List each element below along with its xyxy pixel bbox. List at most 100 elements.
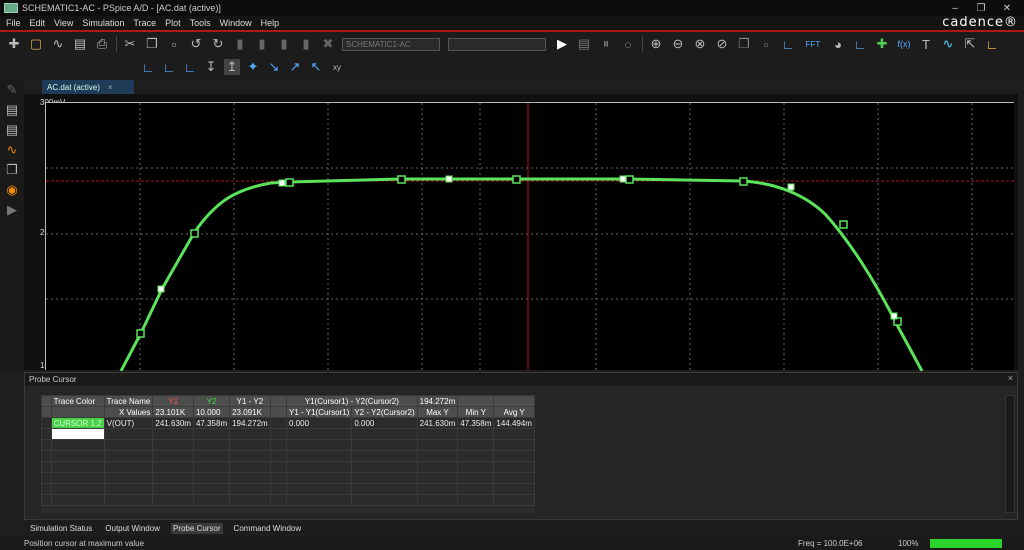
menu-file[interactable]: File (6, 18, 21, 28)
layers-icon[interactable]: ❐ (4, 162, 20, 178)
menu-trace[interactable]: Trace (133, 18, 156, 28)
tab-simulation-status[interactable]: Simulation Status (28, 523, 94, 534)
cursor-point-icon[interactable]: ✦ (245, 59, 261, 75)
probe-cursor-grid[interactable]: Trace Color Trace Name Y1 Y2 Y1 - Y2 Y1(… (41, 395, 535, 513)
tab-command-window[interactable]: Command Window (232, 523, 304, 534)
simulation-progress-combo (448, 37, 546, 51)
menu-edit[interactable]: Edit (30, 18, 46, 28)
plot-area[interactable] (45, 102, 1015, 372)
run-icon[interactable]: ▶ (554, 36, 570, 52)
cursor-slope-icon[interactable]: ∟ (182, 59, 198, 75)
save-icon[interactable]: ▤ (72, 36, 88, 52)
axis-settings-icon[interactable]: ∟ (780, 36, 796, 52)
copy-icon[interactable]: ❐ (144, 36, 160, 52)
paste-icon[interactable]: ▫ (166, 36, 182, 52)
menu-plot[interactable]: Plot (165, 18, 181, 28)
cursor-min-icon[interactable]: ↧ (203, 59, 219, 75)
pause-icon[interactable]: ⏸ (598, 36, 614, 52)
table-row (41, 494, 535, 506)
trace-color-cell[interactable]: CURSOR 1,2 (50, 417, 105, 429)
close-icon[interactable]: ✕ (994, 0, 1020, 16)
marker2-icon[interactable]: ▮ (254, 36, 270, 52)
save-data-icon[interactable]: ▤ (576, 36, 592, 52)
table-row: Trace Color Trace Name Y1 Y2 Y1 - Y2 Y1(… (41, 395, 535, 407)
restore-icon[interactable]: ❐ (968, 0, 994, 16)
table-row (41, 428, 535, 440)
table-cell[interactable] (50, 428, 105, 440)
zoom-out-icon[interactable]: ⊖ (670, 36, 686, 52)
redo-icon[interactable]: ↻ (210, 36, 226, 52)
column-header-cell: Trace Color (50, 395, 105, 407)
menu-window[interactable]: Window (220, 18, 252, 28)
document-icon[interactable]: ▤ (4, 102, 20, 118)
table-row (41, 450, 535, 462)
menu-view[interactable]: View (54, 18, 73, 28)
open-folder-icon[interactable]: ▢ (28, 36, 44, 52)
close-tab-icon[interactable]: × (108, 83, 113, 92)
plot-settings-icon[interactable]: ∟ (852, 36, 868, 52)
column-header-cell (269, 395, 288, 407)
tab-ac-dat[interactable]: AC.dat (active) × (42, 80, 134, 94)
table-row[interactable]: CURSOR 1,2 V(OUT) 241.630m 47.358m 194.2… (41, 417, 535, 429)
minimize-icon[interactable]: – (942, 0, 968, 16)
tab-label: AC.dat (active) (47, 82, 100, 92)
window-controls: – ❐ ✕ (942, 0, 1020, 16)
panel-title: Probe Cursor (29, 375, 77, 384)
menu-help[interactable]: Help (261, 18, 280, 28)
waveform-icon[interactable]: ∿ (4, 142, 20, 158)
table-row: X Values 23.101K 10.000 23.091K Y1 - Y1(… (41, 406, 535, 418)
cursor-prev-transition-icon[interactable]: ↖ (308, 59, 324, 75)
toggle-cursor-icon[interactable]: ∿ (940, 36, 956, 52)
report-icon[interactable]: ▤ (4, 122, 20, 138)
title-bar: SCHEMATIC1-AC - PSpice A/D - [AC.dat (ac… (0, 0, 1024, 16)
append-waveform-icon[interactable]: ∿ (50, 36, 66, 52)
stop-circle-icon[interactable]: ▶ (4, 202, 20, 218)
table-cell: 0.000 (285, 417, 353, 429)
table-cell: Avg Y (493, 406, 535, 418)
close-panel-icon[interactable]: × (1008, 373, 1013, 383)
table-cell: 23.091K (229, 406, 271, 418)
table-cell: V(OUT) (103, 417, 154, 429)
panel-header: Probe Cursor (25, 373, 1017, 386)
fft-button[interactable]: FFT (802, 36, 824, 52)
copy-plot-icon[interactable]: ❐ (736, 36, 752, 52)
cursor-trough-icon[interactable]: ∟ (161, 59, 177, 75)
pencil-icon[interactable]: ✎ (4, 82, 20, 98)
stop-icon[interactable]: ○ (620, 36, 636, 52)
tab-probe-cursor[interactable]: Probe Cursor (170, 522, 223, 534)
cursor-next-transition-icon[interactable]: ↗ (287, 59, 303, 75)
delete-markers-icon[interactable]: ✖ (320, 36, 336, 52)
cut-icon[interactable]: ✂ (122, 36, 138, 52)
zoom-fit-icon[interactable]: ⊘ (714, 36, 730, 52)
print-icon[interactable]: ⎙ (94, 36, 110, 52)
performance-analysis-icon[interactable]: ◕ (830, 36, 846, 52)
mark-label-icon[interactable]: ⇱ (962, 36, 978, 52)
cursor-mark-label-icon[interactable]: xy (329, 59, 345, 75)
table-cell: 241.630m (416, 417, 459, 429)
cursor-peak-icon[interactable]: ∟ (140, 59, 156, 75)
marker4-icon[interactable]: ▮ (298, 36, 314, 52)
table-row (41, 483, 535, 495)
paste-plot-icon[interactable]: ▫ (758, 36, 774, 52)
add-trace-icon[interactable]: ✚ (874, 36, 890, 52)
plot-cursor-icon[interactable]: ∟ (984, 36, 1000, 52)
undo-icon[interactable]: ↺ (188, 36, 204, 52)
menu-simulation[interactable]: Simulation (82, 18, 124, 28)
zoom-area-icon[interactable]: ⊗ (692, 36, 708, 52)
new-icon[interactable]: ✚ (6, 36, 22, 52)
table-cell (50, 406, 105, 418)
marker3-icon[interactable]: ▮ (276, 36, 292, 52)
marker-icon[interactable]: ▮ (232, 36, 248, 52)
cursor-max-icon[interactable]: ↥ (224, 59, 240, 75)
text-label-icon[interactable]: T (918, 36, 934, 52)
probe-icon[interactable]: ◉ (4, 182, 20, 198)
profile-combo[interactable]: SCHEMATIC1-AC (342, 37, 440, 51)
menu-tools[interactable]: Tools (190, 18, 211, 28)
tab-output-window[interactable]: Output Window (103, 523, 162, 534)
zoom-in-icon[interactable]: ⊕ (648, 36, 664, 52)
row-header-cell (41, 428, 52, 440)
table-cell (269, 406, 288, 418)
eval-measurement-icon[interactable]: f(x) (896, 36, 912, 52)
cursor-search-icon[interactable]: ↘ (266, 59, 282, 75)
panel-scrollbar[interactable] (1005, 395, 1015, 513)
